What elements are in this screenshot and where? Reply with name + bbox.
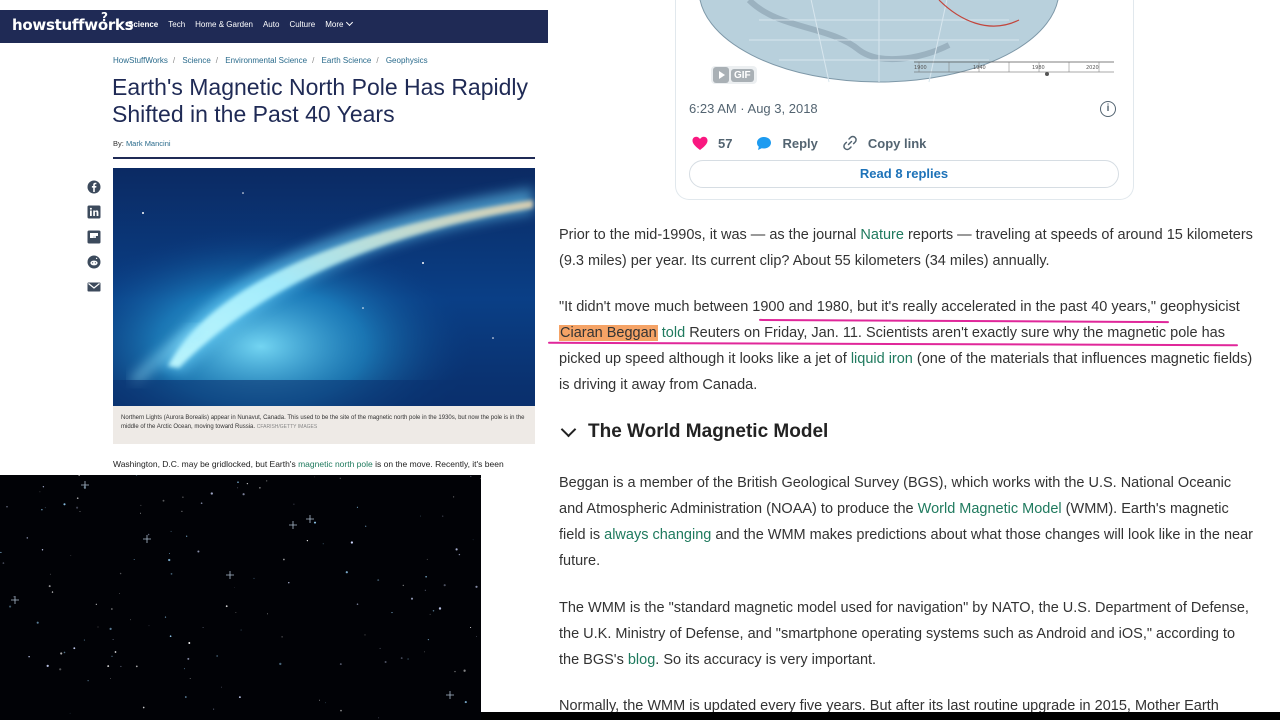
facebook-icon[interactable]	[87, 180, 101, 194]
magnetic-north-pole-link[interactable]: magnetic north pole	[298, 459, 373, 469]
reddit-icon[interactable]	[87, 255, 101, 269]
site-header: howstuffworks ? Science Tech Home & Gard…	[0, 10, 548, 43]
tweet-timestamp[interactable]: 6:23 AM · Aug 3, 2018	[689, 101, 818, 116]
chevron-down-icon	[560, 421, 577, 437]
paragraph-beggan-quote: "It didn't move much between 1900 and 19…	[559, 299, 1253, 393]
paragraph-navigation: The WMM is the "standard magnetic model …	[559, 600, 1249, 668]
photo-caption: Northern Lights (Aurora Borealis) appear…	[113, 406, 535, 444]
paragraph-wmm: Beggan is a member of the British Geolog…	[559, 475, 1253, 569]
reply-button[interactable]: Reply	[756, 136, 818, 151]
breadcrumb-item[interactable]: Geophysics	[386, 56, 428, 65]
title-divider	[113, 157, 535, 159]
breadcrumb-item[interactable]: Earth Science	[322, 56, 372, 65]
chevron-down-icon	[346, 18, 354, 27]
photo-credit: CFARISH/GETTY IMAGES	[256, 424, 318, 430]
svg-text:1940: 1940	[973, 65, 986, 71]
site-logo[interactable]: howstuffworks ?	[12, 10, 134, 34]
main-nav: Science Tech Home & Garden Auto Culture …	[128, 18, 362, 29]
world-magnetic-model-link[interactable]: World Magnetic Model	[918, 501, 1062, 517]
breadcrumb: HowStuffWorks / Science / Environmental Sc…	[113, 56, 428, 65]
copy-link-button[interactable]: Copy link	[842, 135, 926, 151]
flipboard-icon[interactable]	[87, 230, 101, 244]
nav-tech[interactable]: Tech	[168, 20, 185, 29]
like-button[interactable]: 57	[692, 136, 732, 151]
email-icon[interactable]	[87, 280, 101, 294]
section-heading[interactable]: The World Magnetic Model	[559, 421, 828, 443]
breadcrumb-item[interactable]: Science	[182, 56, 210, 65]
read-replies-button[interactable]: Read 8 replies	[689, 160, 1119, 188]
hsw-article-screenshot: howstuffworks ? Science Tech Home & Gard…	[0, 0, 548, 475]
aurora-photo	[113, 168, 535, 406]
article-page: 1900 1940 1980 2020 GIF 6:23 AM · Aug 3, 20…	[548, 0, 1280, 720]
blog-link[interactable]: blog	[628, 652, 655, 668]
linkedin-icon[interactable]	[87, 205, 101, 219]
info-icon[interactable]: i	[1100, 101, 1116, 117]
liquid-iron-link[interactable]: liquid iron	[851, 351, 913, 367]
article-title: Earth's Magnetic North Pole Has Rapidly …	[112, 74, 529, 127]
nav-auto[interactable]: Auto	[263, 20, 279, 29]
paragraph-nature: Prior to the mid-1990s, it was — as the …	[559, 227, 1253, 269]
nature-link[interactable]: Nature	[860, 227, 904, 243]
breadcrumb-item[interactable]: HowStuffWorks	[113, 56, 168, 65]
bottom-bar	[548, 712, 1280, 720]
bottom-strip	[481, 712, 548, 720]
share-bar	[87, 180, 103, 305]
starfield-background	[0, 475, 481, 720]
speech-bubble-icon	[757, 136, 772, 150]
svg-text:2020: 2020	[1086, 65, 1099, 71]
logo-question-mark: ?	[101, 10, 108, 24]
nav-science[interactable]: Science	[128, 20, 158, 29]
nav-home-garden[interactable]: Home & Garden	[195, 20, 253, 29]
like-count: 57	[718, 135, 733, 151]
tweet-gif-map[interactable]: 1900 1940 1980 2020 GIF	[689, 0, 1119, 93]
link-icon	[843, 135, 857, 151]
heart-icon	[692, 136, 708, 150]
article-lede: Washington, D.C. may be gridlocked, but …	[113, 459, 504, 469]
nav-more[interactable]: More	[325, 18, 354, 29]
byline: By: Mark Mancini	[113, 139, 171, 148]
stars	[0, 475, 481, 719]
top-white-strip	[0, 0, 481, 10]
highlighted-name: Ciaran Beggan	[559, 325, 658, 341]
always-changing-link[interactable]: always changing	[604, 527, 711, 543]
author-link[interactable]: Mark Mancini	[126, 139, 171, 148]
gif-badge[interactable]: GIF	[711, 66, 757, 84]
nav-culture[interactable]: Culture	[289, 20, 315, 29]
tweet-actions: 57 Reply Copy link	[692, 135, 950, 151]
told-link[interactable]: told	[662, 325, 685, 341]
svg-text:1980: 1980	[1032, 65, 1045, 71]
svg-text:1900: 1900	[914, 65, 927, 71]
gap-top	[481, 0, 548, 10]
breadcrumb-item[interactable]: Environmental Science	[225, 56, 307, 65]
embedded-tweet: 1900 1940 1980 2020 GIF 6:23 AM · Aug 3, 20…	[675, 0, 1134, 200]
play-icon	[713, 67, 729, 83]
